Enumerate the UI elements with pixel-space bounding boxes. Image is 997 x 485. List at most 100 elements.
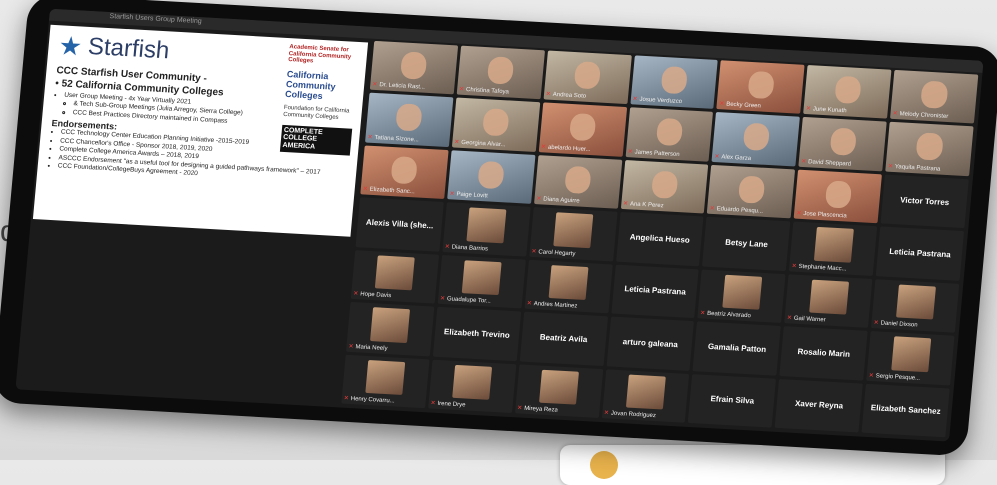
participant-tile[interactable]: ✕Carol Hegarty [528, 207, 618, 262]
participant-video [400, 51, 428, 80]
participant-tile[interactable]: Leticia Pastrana [875, 226, 965, 281]
participant-video [573, 61, 602, 90]
participant-tile[interactable]: ✕Mireya Reza [514, 363, 603, 418]
participant-name: Paige Lovitt [456, 191, 489, 200]
muted-mic-icon: ✕ [430, 400, 436, 407]
participant-avatar [625, 374, 666, 410]
participant-tile[interactable]: ✕Diana Barrios [442, 202, 531, 257]
muted-mic-icon: ✕ [545, 91, 551, 99]
participant-tile[interactable]: Elizabeth Trevino [432, 306, 521, 361]
participant-tile[interactable]: ✕Sergio Pesque... [866, 331, 955, 386]
participant-tile[interactable]: ✕Henry Covarru... [341, 354, 430, 409]
participant-display-name: Gamalia Patton [707, 341, 767, 355]
participant-tile[interactable]: ✕Guadalupe Tor... [437, 254, 526, 309]
participant-tile[interactable]: Betsy Lane [702, 216, 791, 271]
participant-tile[interactable]: ✕Becky Green [716, 60, 805, 115]
participant-name: Elizabeth Sanc... [369, 187, 415, 196]
muted-mic-icon: ✕ [540, 144, 547, 151]
participant-name: Diana Barrios [451, 244, 489, 253]
participant-tile[interactable]: arturo galeana [606, 316, 695, 371]
participant-name: Mireya Reza [523, 405, 559, 414]
participant-tile[interactable]: ✕Diana Aguirre [533, 155, 622, 209]
partner-logos: Academic Senate for California Community… [279, 44, 360, 156]
participant-name: Diana Aguirre [542, 196, 580, 205]
muted-mic-icon: ✕ [892, 111, 898, 118]
participant-tile[interactable]: ✕Georgina Alvar... [451, 97, 540, 152]
participant-tile[interactable]: ✕Jose Plascencia [793, 169, 883, 224]
participant-tile[interactable]: ✕David Sheppard [798, 117, 887, 172]
muted-mic-icon: ✕ [718, 101, 725, 108]
participant-tile[interactable]: ✕Ana K Perez [620, 159, 709, 214]
participant-video [487, 56, 515, 85]
participant-tile[interactable]: Beatriz Avila [519, 311, 608, 366]
participant-tile[interactable]: ✕Josue Verduzco [629, 55, 719, 110]
muted-mic-icon: ✕ [371, 82, 378, 89]
participant-tile[interactable]: Gamalia Patton [692, 321, 782, 376]
participant-display-name: Beatriz Avila [539, 332, 588, 345]
participant-tile[interactable]: Victor Torres [880, 174, 969, 229]
participant-name: Tatiana Sizone... [374, 134, 420, 144]
participant-name-label: ✕Carol Hegarty [531, 248, 576, 257]
participant-tile[interactable]: ✕Alex Garza [711, 112, 801, 167]
participant-name: Georgina Alvar... [460, 139, 506, 149]
participant-name-label: ✕Paige Lovitt [449, 191, 488, 200]
participant-tile[interactable]: ✕Andrea Soto [543, 50, 632, 105]
participant-tile[interactable]: ✕Gail Warner [784, 274, 873, 328]
muted-mic-icon: ✕ [603, 410, 610, 417]
muted-mic-icon: ✕ [535, 196, 542, 203]
participant-tile[interactable]: ✕Tatiana Sizone... [365, 93, 454, 148]
participant-display-name: arturo galeana [622, 337, 679, 350]
muted-mic-icon: ✕ [714, 153, 720, 161]
participant-tile[interactable]: ✕Eduardo Pesqu... [707, 164, 796, 219]
participant-tile[interactable]: Xaver Reyna [774, 378, 864, 433]
participant-name: Melody Chronister [899, 111, 949, 121]
participant-name-label: ✕Eduardo Pesqu... [709, 205, 763, 215]
participant-name: Becky Green [725, 102, 762, 110]
muted-mic-icon: ✕ [362, 186, 369, 193]
participant-tile[interactable]: Rosalio Marin [779, 326, 868, 381]
participant-tile[interactable]: ✕Andres Martinez [524, 259, 613, 314]
participant-tile[interactable]: ✕Dr. Leticia Rast... [369, 40, 458, 95]
participant-name: Guadalupe Tor... [446, 296, 492, 305]
participant-tile[interactable]: ✕Christina Tafoya [456, 45, 545, 100]
participant-tile[interactable]: ✕Beatriz Alvarado [697, 269, 786, 324]
participant-tile[interactable]: ✕Jovan Rodriguez [601, 368, 690, 423]
profile-icon [590, 451, 618, 479]
participant-display-name: Efrain Silva [710, 394, 755, 406]
zoom-window: Starfish Users Group Meeting ★ Starfish … [15, 8, 984, 442]
participant-tile[interactable]: ✕Elizabeth Sanc... [360, 145, 449, 200]
participant-tile[interactable]: ✕James Patterson [625, 107, 714, 162]
participant-tile[interactable]: ✕Melody Chronister [890, 69, 979, 124]
participant-tile[interactable]: ✕June Kunath [803, 65, 892, 120]
participant-display-name: Betsy Lane [724, 237, 769, 250]
muted-mic-icon: ✕ [622, 201, 629, 208]
participant-display-name: Elizabeth Trevino [443, 327, 511, 340]
participant-tile[interactable]: ✕Hope Davis [350, 249, 439, 304]
participant-tile[interactable]: ✕Maria Neely [346, 302, 435, 356]
participant-tile[interactable]: Efrain Silva [688, 373, 777, 428]
participant-name: Carol Hegarty [538, 249, 576, 258]
participant-name: Beatriz Alvarado [706, 310, 752, 320]
participant-tile[interactable]: ✕Paige Lovitt [446, 150, 536, 205]
participant-video [737, 175, 766, 204]
participant-name-label: ✕Henry Covarru... [343, 395, 395, 405]
participant-avatar [813, 227, 854, 263]
participant-tile[interactable]: Angelica Hueso [615, 212, 704, 267]
participant-tile[interactable]: ✕Stephanie Macc... [789, 221, 878, 276]
participant-tile[interactable]: Alexis Villa (she... [355, 197, 444, 252]
california-community-colleges-logo: California Community Colleges [284, 68, 336, 101]
participant-name-label: ✕Yaquita Pastrana [888, 163, 941, 173]
participant-tile[interactable]: ✕Irene Drye [427, 359, 517, 414]
participant-name-label: ✕Josue Verduzco [632, 96, 682, 106]
participant-display-name: Victor Torres [899, 195, 950, 207]
participant-name-label: ✕Daniel Dixson [873, 319, 918, 328]
participant-name: Alex Garza [721, 154, 752, 162]
participant-name-label: ✕Jose Plascencia [796, 210, 847, 220]
participant-tile[interactable]: ✕Daniel Dixson [871, 278, 960, 333]
participant-tile[interactable]: ✕abelardo Huer... [538, 102, 627, 157]
muted-mic-icon: ✕ [449, 191, 455, 198]
participant-tile[interactable]: ✕Yaquita Pastrana [885, 122, 974, 177]
participant-video [833, 75, 862, 105]
participant-tile[interactable]: Leticia Pastrana [610, 264, 700, 319]
participant-tile[interactable]: Elizabeth Sanchez [861, 383, 950, 438]
